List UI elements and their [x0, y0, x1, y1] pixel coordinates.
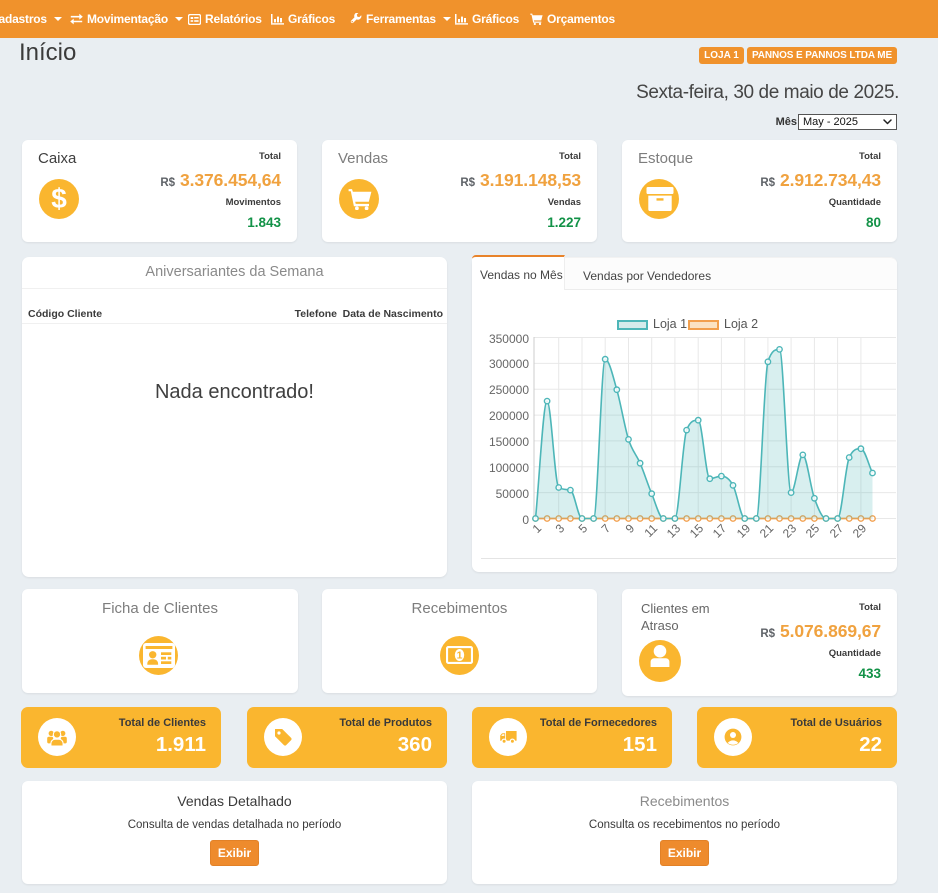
svg-text:1: 1: [457, 650, 463, 662]
